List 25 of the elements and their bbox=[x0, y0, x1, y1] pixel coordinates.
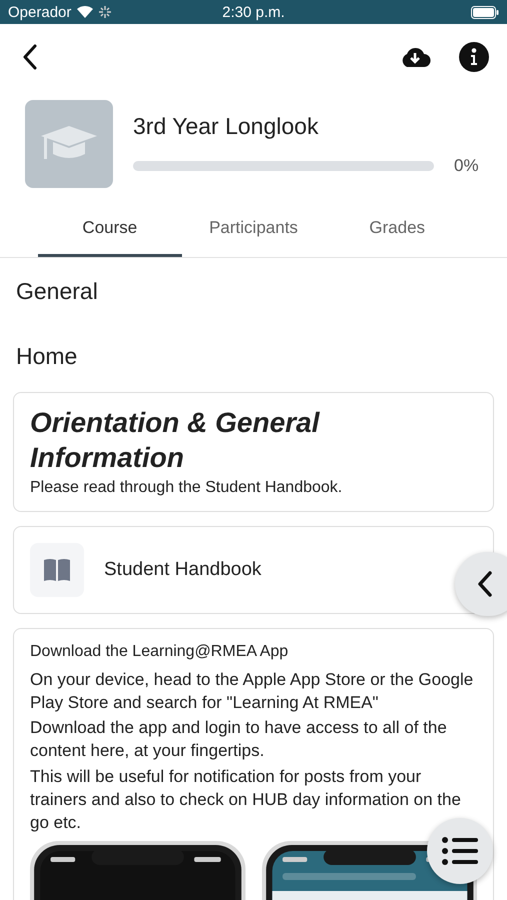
list-icon bbox=[442, 837, 478, 865]
tab[interactable]: Participants bbox=[182, 204, 326, 257]
section-title: Orientation & General Information bbox=[30, 406, 321, 475]
battery-icon bbox=[471, 6, 500, 18]
progress-reading: 0% bbox=[454, 156, 480, 176]
graduation-cap-icon bbox=[25, 100, 113, 188]
book-icon bbox=[30, 543, 84, 597]
activity-icon bbox=[99, 6, 112, 18]
carrier-label: Operador bbox=[8, 4, 72, 20]
module-row[interactable]: Student Handbook bbox=[13, 526, 494, 614]
paragraph: Download the app and login to have access to all of the content here, at your fingertips. bbox=[30, 717, 448, 762]
course-title: 3rd Year Longlook bbox=[133, 112, 320, 140]
paragraph: This will be useful for notification for posts from your trainers and also to check on HUB day information on the go etc. bbox=[30, 766, 462, 834]
wifi-icon bbox=[76, 5, 94, 19]
section-heading[interactable]: General bbox=[0, 258, 507, 323]
tab[interactable]: Course bbox=[38, 204, 182, 257]
paragraph: Download the Learning@RMEA App bbox=[30, 642, 290, 662]
tab[interactable]: Grades bbox=[325, 204, 470, 257]
clock: 2:30 p.m. bbox=[221, 4, 286, 20]
module-label: Student Handbook bbox=[104, 559, 262, 581]
section-heading[interactable]: Home bbox=[0, 323, 507, 388]
info-icon[interactable] bbox=[459, 42, 489, 72]
paragraph: On your device, head to the Apple App Store or the Google Play Store and search for "Learning At RMEA" bbox=[30, 668, 474, 714]
section-summary: Please read through the Student Handbook. bbox=[30, 479, 344, 497]
chevron-left-icon bbox=[477, 571, 493, 597]
